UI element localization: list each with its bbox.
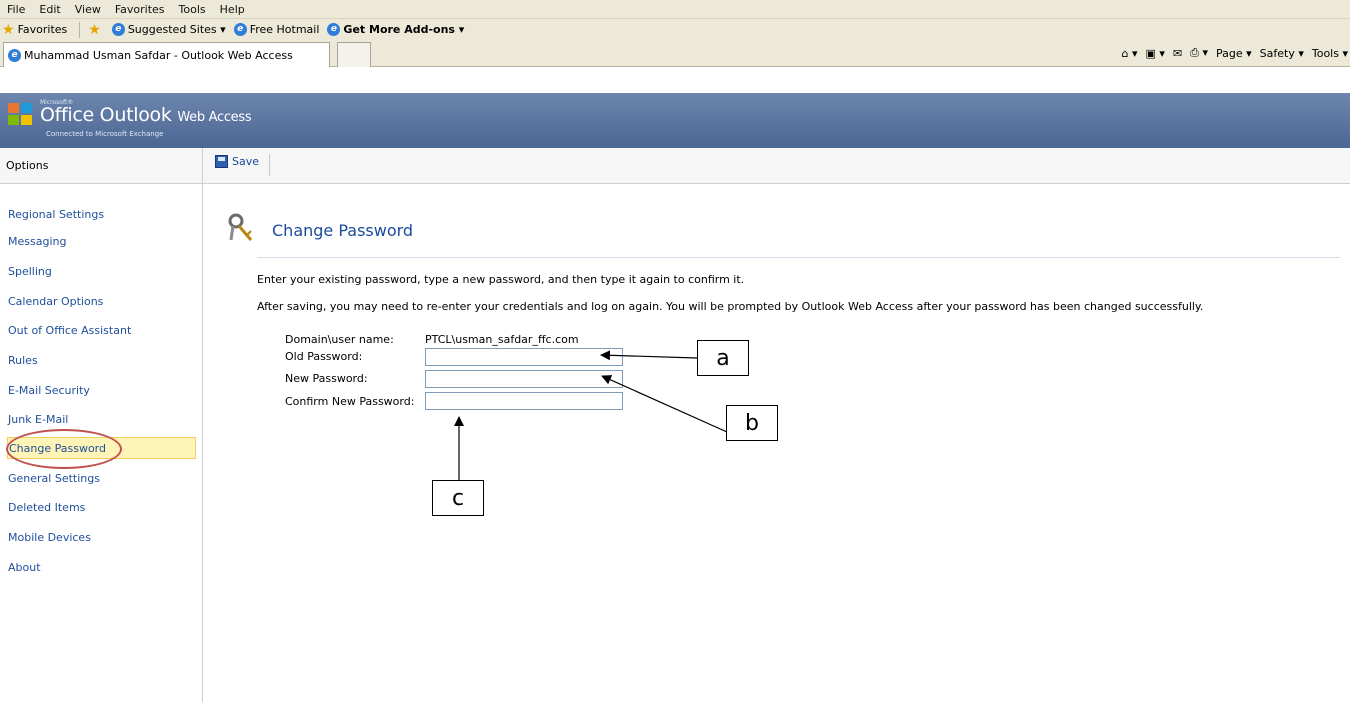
arrow-b xyxy=(601,375,728,433)
annotation-b: b xyxy=(726,405,778,441)
annotation-c: c xyxy=(432,480,484,516)
annotation-arrows xyxy=(454,350,728,480)
arrow-a xyxy=(600,350,698,361)
annotation-a: a xyxy=(697,340,749,376)
